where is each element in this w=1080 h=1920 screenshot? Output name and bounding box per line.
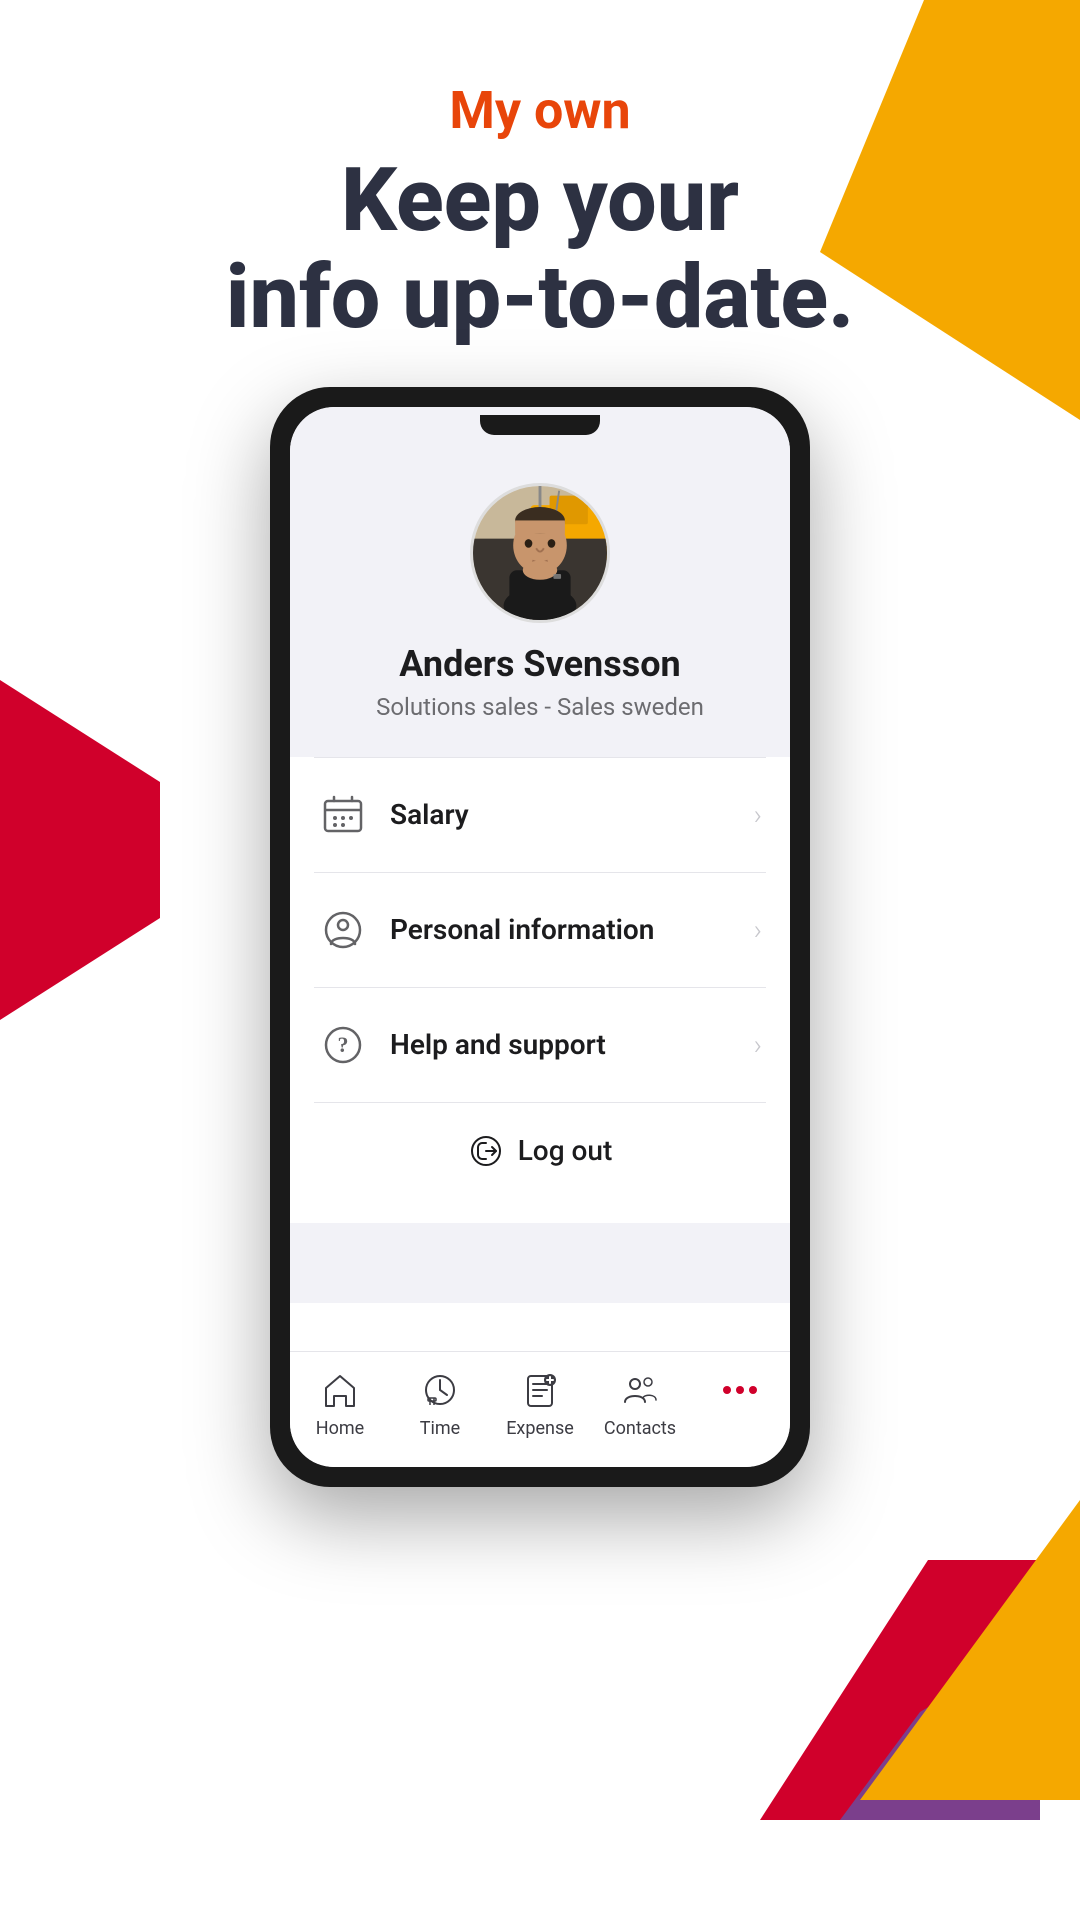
empty-space (290, 1223, 790, 1303)
more-dots-icon (723, 1368, 757, 1412)
logout-button[interactable]: Log out (318, 1111, 762, 1191)
personal-info-icon (318, 905, 368, 955)
nav-item-home[interactable]: Home (290, 1368, 390, 1439)
bg-decoration-red-left (0, 680, 160, 1020)
menu-section: Salary › Personal information › (290, 757, 790, 1351)
dot-1 (723, 1386, 731, 1394)
phone-mockup: Anders Svensson Solutions sales - Sales … (270, 387, 810, 1487)
nav-item-more[interactable] (690, 1368, 790, 1439)
personal-info-chevron-icon: › (754, 913, 762, 946)
nav-item-contacts[interactable]: Contacts (590, 1368, 690, 1439)
profile-section: Anders Svensson Solutions sales - Sales … (290, 443, 790, 757)
header-area: My own Keep yourinfo up-to-date. (0, 0, 1080, 387)
dot-3 (749, 1386, 757, 1394)
dot-2 (736, 1386, 744, 1394)
menu-personal-info-label: Personal information (390, 913, 754, 946)
header-title: Keep yourinfo up-to-date. (0, 153, 1080, 347)
phone-top-bar (290, 407, 790, 443)
profile-name: Anders Svensson (399, 643, 680, 685)
nav-contacts-label: Contacts (604, 1418, 676, 1439)
menu-salary-label: Salary (390, 798, 754, 831)
profile-role: Solutions sales - Sales sweden (376, 693, 704, 721)
nav-time-label: Time (420, 1418, 460, 1439)
avatar-image (473, 486, 607, 620)
contacts-icon (618, 1368, 662, 1412)
menu-item-personal-information[interactable]: Personal information › (290, 873, 790, 987)
nav-item-expense[interactable]: Expense (490, 1368, 590, 1439)
avatar (470, 483, 610, 623)
phone-notch (480, 415, 600, 435)
help-support-chevron-icon: › (754, 1028, 762, 1061)
menu-help-support-label: Help and support (390, 1028, 754, 1061)
nav-home-label: Home (316, 1418, 364, 1439)
bottom-navigation: Home Time (290, 1351, 790, 1467)
expense-icon (518, 1368, 562, 1412)
menu-item-salary[interactable]: Salary › (290, 758, 790, 872)
salary-chevron-icon: › (754, 798, 762, 831)
home-icon (318, 1368, 362, 1412)
time-icon (418, 1368, 462, 1412)
nav-expense-label: Expense (506, 1418, 574, 1439)
menu-item-help-support[interactable]: ? Help and support › (290, 988, 790, 1102)
header-subtitle: My own (0, 80, 1080, 141)
logout-label: Log out (518, 1134, 613, 1167)
phone-screen: Anders Svensson Solutions sales - Sales … (290, 407, 790, 1467)
svg-text:?: ? (338, 1032, 349, 1057)
logout-icon (468, 1133, 504, 1169)
logout-section: Log out (290, 1103, 790, 1223)
help-support-icon: ? (318, 1020, 368, 1070)
salary-icon (318, 790, 368, 840)
nav-item-time[interactable]: Time (390, 1368, 490, 1439)
nav-more-label (738, 1418, 742, 1439)
